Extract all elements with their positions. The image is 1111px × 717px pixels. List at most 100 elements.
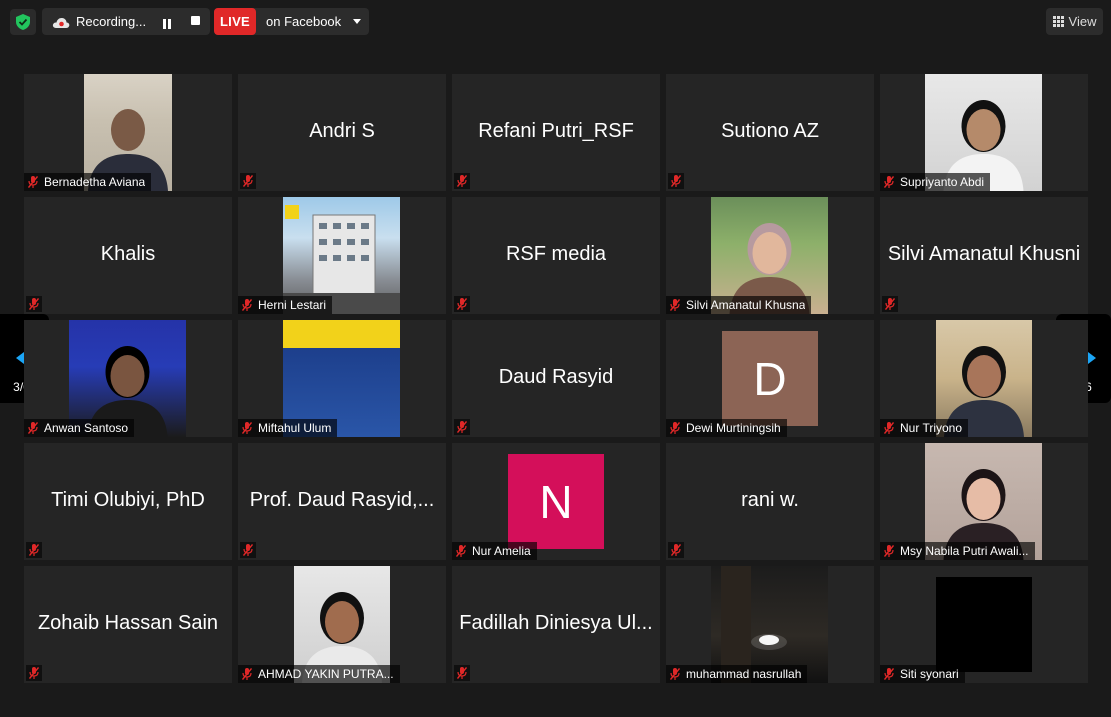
participant-tile[interactable]: Timi Olubiyi, PhD bbox=[24, 443, 232, 560]
recording-label: Recording... bbox=[76, 14, 147, 29]
participant-name: Prof. Daud Rasyid,... bbox=[249, 489, 435, 511]
participant-name-label: Siti syonari bbox=[880, 665, 965, 683]
muted-mic-icon bbox=[668, 542, 684, 558]
participant-name: Nur Triyono bbox=[900, 421, 963, 435]
participant-name-label: AHMAD YAKIN PUTRA... bbox=[238, 665, 400, 683]
recording-control: Recording... bbox=[42, 8, 210, 35]
view-button[interactable]: View bbox=[1046, 8, 1103, 35]
participant-tile[interactable]: AHMAD YAKIN PUTRA... bbox=[238, 566, 446, 683]
participant-name: Dewi Murtiningsih bbox=[686, 421, 781, 435]
participant-tile[interactable]: muhammad nasrullah bbox=[666, 566, 874, 683]
participant-name: Silvi Amanatul Khusna bbox=[686, 298, 806, 312]
participant-name-label: Msy Nabila Putri Awali... bbox=[880, 542, 1035, 560]
participant-tile[interactable]: Silvi Amanatul Khusni bbox=[880, 197, 1088, 314]
participant-tile[interactable]: rani w. bbox=[666, 443, 874, 560]
muted-mic-icon bbox=[241, 422, 253, 434]
muted-mic-icon bbox=[240, 173, 256, 189]
participant-name: AHMAD YAKIN PUTRA... bbox=[258, 667, 394, 681]
muted-mic-icon bbox=[883, 545, 895, 557]
participant-tile[interactable]: Daud Rasyid bbox=[452, 320, 660, 437]
video-feed bbox=[936, 577, 1032, 672]
avatar: D bbox=[722, 331, 818, 426]
participant-tile[interactable]: Fadillah Diniesya Ul... bbox=[452, 566, 660, 683]
participant-tile[interactable]: Bernadetha Aviana bbox=[24, 74, 232, 191]
participant-tile[interactable]: Prof. Daud Rasyid,... bbox=[238, 443, 446, 560]
participant-tile[interactable]: Herni Lestari bbox=[238, 197, 446, 314]
participant-tile[interactable]: Siti syonari bbox=[880, 566, 1088, 683]
grid-view-icon bbox=[1052, 16, 1064, 27]
participant-name: Supriyanto Abdi bbox=[900, 175, 985, 189]
participant-name: Daud Rasyid bbox=[498, 366, 614, 388]
muted-mic-icon bbox=[454, 296, 470, 312]
caret-down-icon bbox=[353, 19, 361, 24]
muted-mic-icon bbox=[669, 668, 681, 680]
muted-mic-icon bbox=[241, 668, 253, 680]
participant-tile[interactable]: RSF media bbox=[452, 197, 660, 314]
participant-name: Refani Putri_RSF bbox=[478, 120, 634, 142]
muted-mic-icon bbox=[883, 422, 895, 434]
live-destination-label: on Facebook bbox=[266, 14, 342, 29]
participant-name: Bernadetha Aviana bbox=[44, 175, 146, 189]
participant-name-label: Nur Triyono bbox=[880, 419, 969, 437]
participant-name: Msy Nabila Putri Awali... bbox=[900, 544, 1029, 558]
participant-name: Miftahul Ulum bbox=[258, 421, 332, 435]
participant-tile[interactable]: N Nur Amelia bbox=[452, 443, 660, 560]
muted-mic-icon bbox=[27, 176, 39, 188]
participant-name-label: Silvi Amanatul Khusna bbox=[666, 296, 812, 314]
participant-tile[interactable]: Msy Nabila Putri Awali... bbox=[880, 443, 1088, 560]
participant-name: Andri S bbox=[309, 120, 375, 142]
participant-name: rani w. bbox=[741, 489, 799, 511]
participant-name: Khalis bbox=[100, 243, 156, 265]
muted-mic-icon bbox=[454, 173, 470, 189]
participant-tile[interactable]: Zohaib Hassan Sain bbox=[24, 566, 232, 683]
participant-name: Silvi Amanatul Khusni bbox=[887, 243, 1081, 265]
participant-name: Zohaib Hassan Sain bbox=[37, 612, 219, 634]
participant-tile[interactable]: Refani Putri_RSF bbox=[452, 74, 660, 191]
participant-tile[interactable]: Khalis bbox=[24, 197, 232, 314]
muted-mic-icon bbox=[26, 542, 42, 558]
participant-name: Timi Olubiyi, PhD bbox=[51, 489, 205, 511]
muted-mic-icon bbox=[883, 176, 895, 188]
muted-mic-icon bbox=[454, 419, 470, 435]
participant-name-label: Supriyanto Abdi bbox=[880, 173, 991, 191]
participant-tile[interactable]: Sutiono AZ bbox=[666, 74, 874, 191]
muted-mic-icon bbox=[240, 542, 256, 558]
participant-tile[interactable]: D Dewi Murtiningsih bbox=[666, 320, 874, 437]
view-label: View bbox=[1068, 14, 1097, 29]
participant-name: Fadillah Diniesya Ul... bbox=[459, 612, 653, 634]
participant-tile[interactable]: Supriyanto Abdi bbox=[880, 74, 1088, 191]
live-stream-dropdown[interactable]: LIVE on Facebook bbox=[214, 8, 369, 35]
participant-tile[interactable]: Andri S bbox=[238, 74, 446, 191]
muted-mic-icon bbox=[27, 422, 39, 434]
participant-tile[interactable]: Nur Triyono bbox=[880, 320, 1088, 437]
participant-name: Sutiono AZ bbox=[721, 120, 819, 142]
participant-tile[interactable]: Miftahul Ulum bbox=[238, 320, 446, 437]
muted-mic-icon bbox=[668, 173, 684, 189]
participant-name-label: Nur Amelia bbox=[452, 542, 537, 560]
pause-recording-icon[interactable] bbox=[162, 16, 172, 29]
participant-name-label: Bernadetha Aviana bbox=[24, 173, 152, 191]
participant-tile[interactable]: Anwan Santoso bbox=[24, 320, 232, 437]
participant-tile[interactable]: Silvi Amanatul Khusna bbox=[666, 197, 874, 314]
muted-mic-icon bbox=[669, 299, 681, 311]
live-badge: LIVE bbox=[214, 8, 256, 35]
muted-mic-icon bbox=[454, 665, 470, 681]
muted-mic-icon bbox=[669, 422, 681, 434]
participant-name: Nur Amelia bbox=[472, 544, 531, 558]
participant-name-label: muhammad nasrullah bbox=[666, 665, 808, 683]
participant-name: Anwan Santoso bbox=[44, 421, 129, 435]
shield-icon bbox=[16, 14, 30, 30]
muted-mic-icon bbox=[883, 668, 895, 680]
muted-mic-icon bbox=[882, 296, 898, 312]
participant-name-label: Dewi Murtiningsih bbox=[666, 419, 787, 437]
participant-name: Siti syonari bbox=[900, 667, 959, 681]
participant-name: RSF media bbox=[505, 243, 607, 265]
muted-mic-icon bbox=[26, 665, 42, 681]
participant-name-label: Herni Lestari bbox=[238, 296, 333, 314]
muted-mic-icon bbox=[241, 299, 253, 311]
stop-recording-icon[interactable] bbox=[191, 16, 200, 25]
participant-name-label: Miftahul Ulum bbox=[238, 419, 338, 437]
muted-mic-icon bbox=[455, 545, 467, 557]
avatar: N bbox=[508, 454, 604, 549]
security-shield-icon[interactable] bbox=[10, 9, 36, 35]
